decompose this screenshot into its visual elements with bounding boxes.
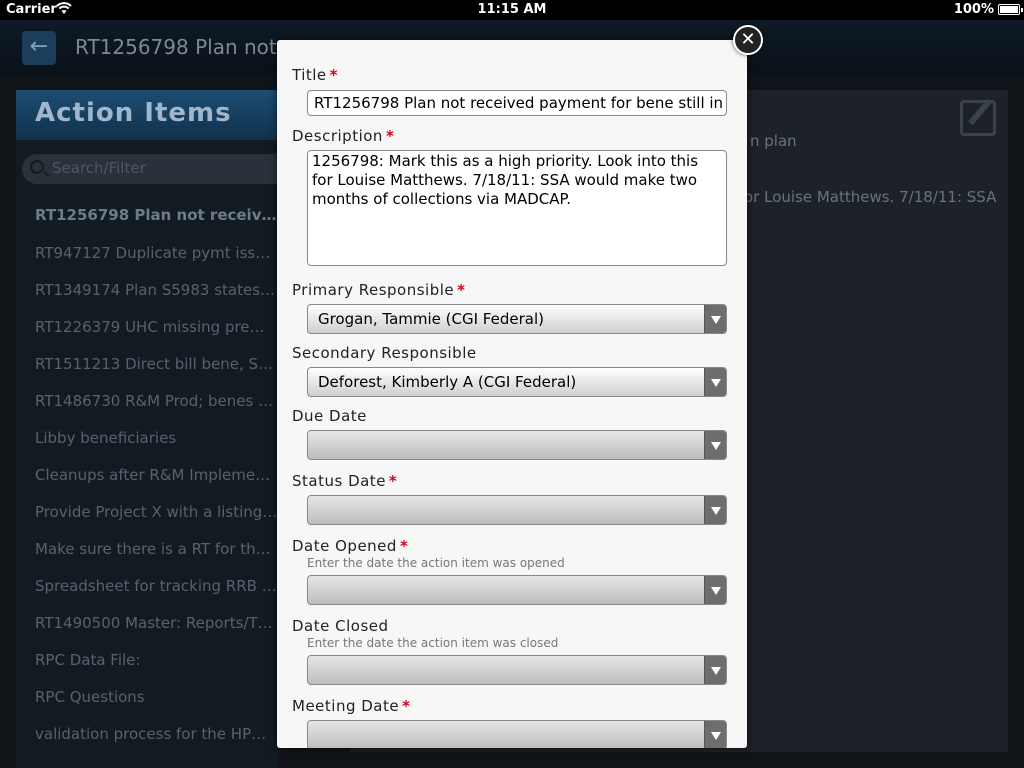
list-item[interactable]: validation process for the HPMS... <box>16 718 278 755</box>
status-date-select[interactable] <box>307 495 727 525</box>
required-marker: * <box>388 472 398 490</box>
secondary-responsible-value: Deforest, Kimberly A (CGI Federal) <box>318 373 577 391</box>
list-item[interactable]: RPC Questions <box>16 681 278 718</box>
battery-icon <box>998 4 1023 15</box>
sidebar-title: Action Items <box>35 98 232 128</box>
search-icon <box>30 160 44 174</box>
date-closed-label: Date Closed <box>292 617 389 635</box>
meeting-date-select[interactable] <box>307 720 727 748</box>
list-item[interactable]: RT1256798 Plan not receive... <box>16 200 278 237</box>
action-items-list: RT1256798 Plan not receive... RT947127 D… <box>16 200 278 755</box>
page-title: RT1256798 Plan not <box>75 35 277 59</box>
primary-responsible-label: Primary Responsible * <box>292 281 466 299</box>
list-item[interactable]: RPC Data File: <box>16 644 278 681</box>
back-button[interactable]: ← <box>22 31 56 65</box>
meeting-date-label: Meeting Date * <box>292 697 410 715</box>
chevron-down-icon <box>704 576 726 604</box>
search-input[interactable]: Search/Filter <box>22 154 278 184</box>
due-date-label: Due Date <box>292 407 367 425</box>
primary-responsible-select[interactable]: Grogan, Tammie (CGI Federal) <box>307 304 727 334</box>
list-item[interactable]: RT1226379 UHC missing premiu... <box>16 311 278 348</box>
description-label: Description * <box>292 127 394 145</box>
date-opened-label-text: Date Opened <box>292 537 397 555</box>
description-label-text: Description <box>292 127 383 145</box>
date-opened-hint: Enter the date the action item was opene… <box>307 556 565 570</box>
required-marker: * <box>402 697 411 715</box>
title-label-text: Title <box>292 66 327 84</box>
chevron-down-icon <box>704 305 726 333</box>
chevron-down-icon <box>704 368 726 396</box>
list-item[interactable]: RT1349174 Plan S5983 states be... <box>16 274 278 311</box>
date-opened-label: Date Opened * <box>292 537 408 555</box>
description-field[interactable]: 1256798: Mark this as a high priority. L… <box>307 150 727 266</box>
list-item[interactable]: RT1511213 Direct bill bene, SSA ... <box>16 348 278 385</box>
detail-text: or Louise Matthews. 7/18/11: SSA <box>744 188 997 206</box>
list-item[interactable]: RT1486730 R&M Prod; benes wi... <box>16 385 278 422</box>
chevron-down-icon <box>704 656 726 684</box>
list-item[interactable]: Cleanups after R&M Implement... <box>16 459 278 496</box>
required-marker: * <box>385 127 395 145</box>
required-marker: * <box>329 66 339 84</box>
edit-action-item-modal: Title * RT1256798 Plan not received payme… <box>277 40 747 748</box>
detail-text: n plan <box>750 132 797 150</box>
battery-percent: 100% <box>953 2 994 17</box>
date-opened-select[interactable] <box>307 575 727 605</box>
edit-icon[interactable] <box>960 100 996 136</box>
due-date-select[interactable] <box>307 430 727 460</box>
required-marker: * <box>457 281 466 299</box>
close-icon: ✕ <box>740 29 756 50</box>
chevron-down-icon <box>704 721 726 748</box>
search-placeholder: Search/Filter <box>52 159 146 177</box>
list-item[interactable]: RT1490500 Master: Reports/TRC... <box>16 607 278 644</box>
chevron-down-icon <box>704 431 726 459</box>
primary-responsible-label-text: Primary Responsible <box>292 281 455 299</box>
secondary-responsible-label: Secondary Responsible <box>292 344 477 362</box>
list-item[interactable]: Libby beneficiaries <box>16 422 278 459</box>
list-item[interactable]: Provide Project X with a listing o... <box>16 496 278 533</box>
title-field[interactable]: RT1256798 Plan not received payment for … <box>307 90 727 116</box>
meeting-date-label-text: Meeting Date <box>292 697 400 715</box>
date-closed-select[interactable] <box>307 655 727 685</box>
date-closed-hint: Enter the date the action item was close… <box>307 636 559 650</box>
close-button[interactable]: ✕ <box>733 25 763 55</box>
chevron-down-icon <box>704 496 726 524</box>
clock: 11:15 AM <box>477 2 547 17</box>
required-marker: * <box>399 537 409 555</box>
secondary-responsible-select[interactable]: Deforest, Kimberly A (CGI Federal) <box>307 367 727 397</box>
title-label: Title * <box>292 66 338 84</box>
status-date-label: Status Date * <box>292 472 397 490</box>
primary-responsible-value: Grogan, Tammie (CGI Federal) <box>318 310 544 328</box>
sidebar: Action Items Search/Filter RT1256798 Pla… <box>16 90 278 768</box>
list-item[interactable]: Make sure there is a RT for the ... <box>16 533 278 570</box>
back-arrow-icon: ← <box>29 34 49 59</box>
sidebar-header: Action Items <box>16 90 278 140</box>
list-item[interactable]: RT947127 Duplicate pymt issue ... <box>16 237 278 274</box>
list-item[interactable]: Spreadsheet for tracking RRB re... <box>16 570 278 607</box>
status-bar: Carrier 11:15 AM 100% <box>0 0 1024 20</box>
status-date-label-text: Status Date <box>292 472 386 490</box>
